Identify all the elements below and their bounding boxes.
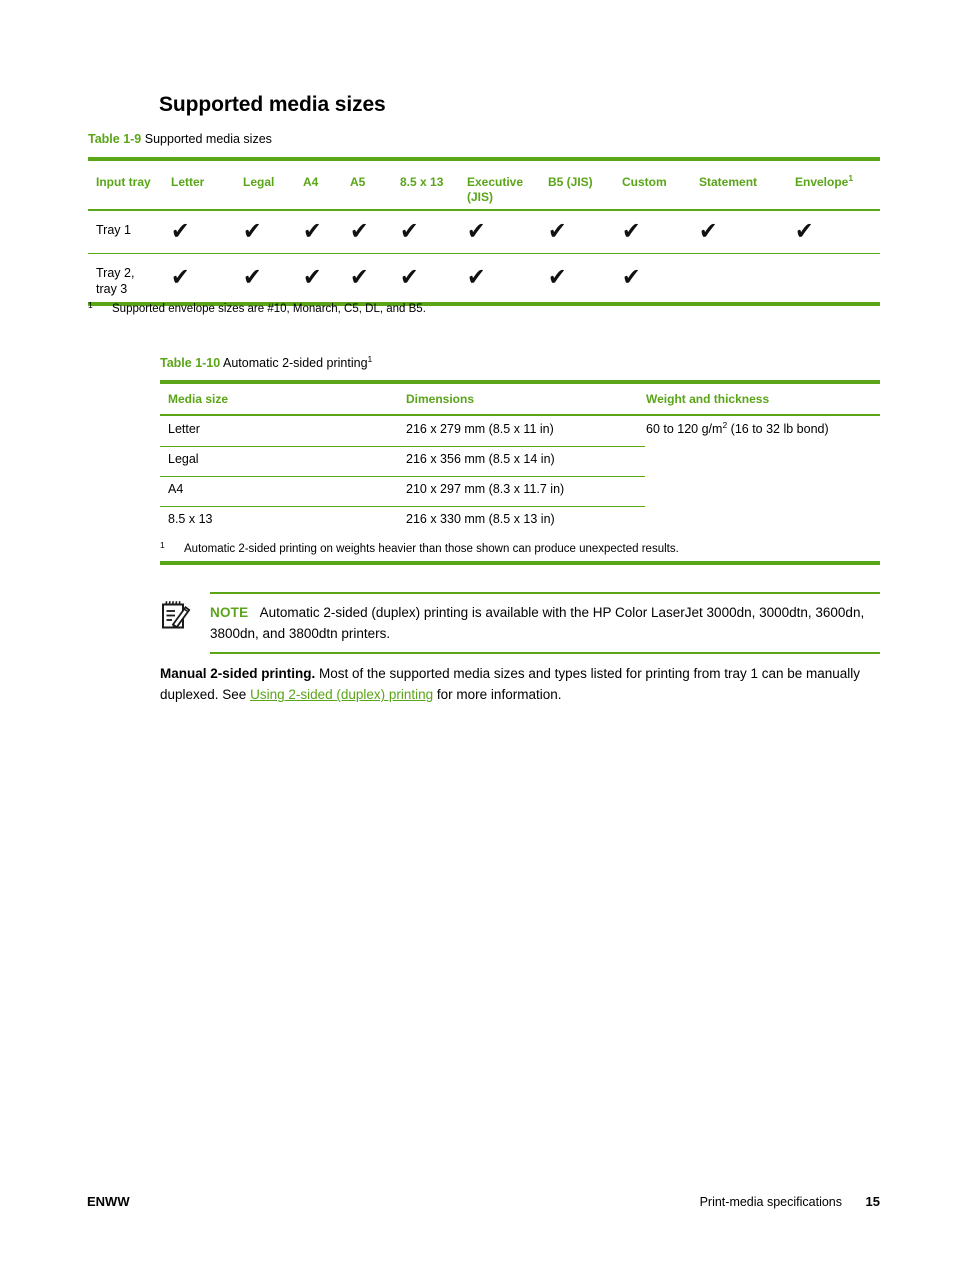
footnote-text: Automatic 2-sided printing on weights he… bbox=[184, 543, 679, 555]
note-label: NOTE bbox=[210, 605, 249, 620]
cell-media-size: Letter bbox=[168, 421, 200, 436]
footer-right-label: Print-media specifications bbox=[699, 1195, 842, 1209]
table-1-9-footnote: 1 Supported envelope sizes are #10, Mona… bbox=[88, 300, 880, 315]
table-1-10-caption-label: Table 1-10 bbox=[160, 356, 221, 370]
col-header-b5-jis: B5 (JIS) bbox=[548, 175, 593, 189]
col-header-legal: Legal bbox=[243, 175, 275, 189]
footnote-marker: 1 bbox=[160, 540, 165, 550]
col-header-8-5-x-13: 8.5 x 13 bbox=[400, 175, 444, 189]
note-text: Automatic 2-sided (duplex) printing is a… bbox=[210, 605, 865, 641]
table-1-10-footnote: 1 Automatic 2-sided printing on weights … bbox=[160, 540, 880, 555]
check-icon-tray1-envelope: ✔ bbox=[795, 216, 814, 245]
page-title: Supported media sizes bbox=[159, 93, 386, 116]
col-header-envelope: Envelope1 bbox=[795, 173, 880, 190]
check-icon-tray1-statement: ✔ bbox=[699, 216, 718, 245]
document-page: Supported media sizes Table 1-9 Supporte… bbox=[0, 0, 954, 1270]
check-icon-tray1-executive: ✔ bbox=[467, 216, 486, 245]
check-icon-tray23-executive: ✔ bbox=[467, 263, 486, 292]
col-header-input-tray: Input tray bbox=[96, 175, 151, 189]
check-icon-tray23-a5: ✔ bbox=[350, 263, 369, 292]
weight-value-suffix: (16 to 32 lb bond) bbox=[727, 421, 829, 436]
col-header-weight-and-thickness: Weight and thickness bbox=[646, 392, 770, 406]
col-header-statement: Statement bbox=[699, 175, 758, 189]
table-row: Letter 216 x 279 mm (8.5 x 11 in) bbox=[160, 416, 645, 448]
weight-value-prefix: 60 to 120 g/m bbox=[646, 421, 723, 436]
table-1-9-caption: Table 1-9 Supported media sizes bbox=[88, 132, 272, 146]
check-icon-tray1-letter: ✔ bbox=[171, 216, 190, 245]
table-1-9-caption-label: Table 1-9 bbox=[88, 132, 142, 146]
cell-media-size: Legal bbox=[168, 451, 199, 466]
manual-duplex-paragraph: Manual 2-sided printing. Most of the sup… bbox=[160, 663, 882, 705]
cell-media-size: 8.5 x 13 bbox=[168, 511, 213, 526]
check-icon-tray23-custom: ✔ bbox=[622, 263, 641, 292]
table-1-10-caption-text: Automatic 2-sided printing bbox=[223, 356, 368, 370]
table-1-10-body: Letter 216 x 279 mm (8.5 x 11 in) Legal … bbox=[160, 416, 880, 561]
table-1-10-caption: Table 1-10 Automatic 2-sided printing1 bbox=[160, 353, 373, 370]
note-callout: NOTE Automatic 2-sided (duplex) printing… bbox=[160, 592, 880, 654]
check-icon-tray23-b5: ✔ bbox=[548, 263, 567, 292]
cell-weight-and-thickness: 60 to 120 g/m2 (16 to 32 lb bond) bbox=[646, 420, 829, 436]
table-row: Legal 216 x 356 mm (8.5 x 14 in) bbox=[160, 446, 645, 478]
table-row: Tray 2, tray 3 ✔ ✔ ✔ ✔ ✔ ✔ ✔ ✔ bbox=[88, 254, 880, 302]
manual-duplex-text-after-link: for more information. bbox=[433, 687, 562, 702]
note-pencil-icon bbox=[160, 598, 194, 632]
manual-duplex-lead: Manual 2-sided printing. bbox=[160, 666, 316, 681]
table-bottom-rule bbox=[160, 560, 880, 565]
col-header-envelope-text: Envelope bbox=[795, 175, 849, 189]
table-1-9-header-row: Input tray Letter Legal A4 A5 8.5 x 13 E… bbox=[88, 161, 880, 209]
check-icon-tray23-8-5-x-13: ✔ bbox=[400, 263, 419, 292]
check-icon-tray23-legal: ✔ bbox=[243, 263, 262, 292]
check-icon-tray1-b5: ✔ bbox=[548, 216, 567, 245]
col-header-a5: A5 bbox=[350, 175, 366, 189]
table-row: A4 210 x 297 mm (8.3 x 11.7 in) bbox=[160, 476, 645, 508]
col-header-custom: Custom bbox=[622, 175, 667, 189]
table-1-10-header-row: Media size Dimensions Weight and thickne… bbox=[160, 384, 880, 414]
cell-dimensions: 210 x 297 mm (8.3 x 11.7 in) bbox=[406, 481, 565, 496]
table-row: 8.5 x 13 216 x 330 mm (8.5 x 13 in) bbox=[160, 506, 645, 536]
check-icon-tray23-letter: ✔ bbox=[171, 263, 190, 292]
cell-dimensions: 216 x 356 mm (8.5 x 14 in) bbox=[406, 451, 555, 466]
check-icon-tray1-legal: ✔ bbox=[243, 216, 262, 245]
col-header-media-size: Media size bbox=[168, 392, 229, 406]
col-header-envelope-footnote-marker: 1 bbox=[848, 173, 854, 183]
table-1-9-caption-text: Supported media sizes bbox=[144, 132, 272, 146]
note-top-rule bbox=[210, 592, 880, 594]
cell-media-size: A4 bbox=[168, 481, 184, 496]
table-row: Tray 1 ✔ ✔ ✔ ✔ ✔ ✔ ✔ ✔ ✔ ✔ bbox=[88, 211, 880, 253]
col-header-a4: A4 bbox=[303, 175, 319, 189]
footnote-marker: 1 bbox=[88, 300, 93, 310]
row-label-tray-2-tray-3: Tray 2, tray 3 bbox=[96, 266, 135, 297]
footnote-text: Supported envelope sizes are #10, Monarc… bbox=[112, 303, 426, 315]
table-1-10: Media size Dimensions Weight and thickne… bbox=[160, 380, 880, 565]
table-1-10-caption-footnote-marker: 1 bbox=[367, 353, 373, 364]
col-header-letter: Letter bbox=[171, 175, 205, 189]
row-label-tray-1: Tray 1 bbox=[96, 222, 131, 237]
check-icon-tray1-custom: ✔ bbox=[622, 216, 641, 245]
footer-left-label: ENWW bbox=[87, 1194, 130, 1209]
check-icon-tray23-a4: ✔ bbox=[303, 263, 322, 292]
cell-dimensions: 216 x 330 mm (8.5 x 13 in) bbox=[406, 511, 555, 526]
link-using-2-sided-duplex-printing[interactable]: Using 2-sided (duplex) printing bbox=[250, 687, 433, 702]
note-body: NOTE Automatic 2-sided (duplex) printing… bbox=[210, 602, 876, 644]
check-icon-tray1-a4: ✔ bbox=[303, 216, 322, 245]
col-header-executive-jis-text: Executive (JIS) bbox=[467, 175, 524, 204]
check-icon-tray1-a5: ✔ bbox=[350, 216, 369, 245]
note-bottom-rule bbox=[210, 652, 880, 654]
cell-dimensions: 216 x 279 mm (8.5 x 11 in) bbox=[406, 421, 554, 436]
footer-page-number: 15 bbox=[865, 1194, 880, 1209]
table-1-9: Input tray Letter Legal A4 A5 8.5 x 13 E… bbox=[88, 157, 880, 307]
check-icon-tray1-8-5-x-13: ✔ bbox=[400, 216, 419, 245]
col-header-executive-jis: Executive (JIS) bbox=[467, 175, 539, 205]
col-header-dimensions: Dimensions bbox=[406, 392, 475, 406]
